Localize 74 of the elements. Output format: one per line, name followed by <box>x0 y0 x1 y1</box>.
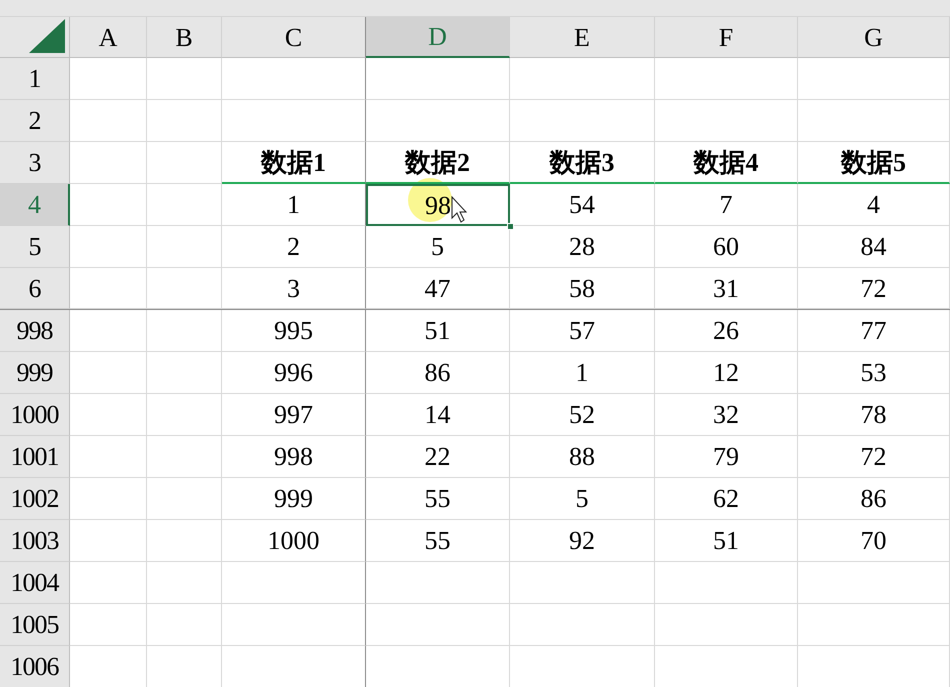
table-cell: 88 <box>510 436 655 478</box>
table-cell: 58 <box>510 268 655 309</box>
table-cell: 72 <box>798 436 950 478</box>
table-cell: 32 <box>655 394 798 436</box>
table-cell: 31 <box>655 268 798 309</box>
table-cell: 数据4 <box>655 142 798 184</box>
table-cell: 57 <box>510 310 655 352</box>
table-cell: 86 <box>798 478 950 520</box>
row-header[interactable]: 1 <box>0 58 70 100</box>
table-cell: 1 <box>222 184 366 226</box>
table-cell: 72 <box>798 268 950 309</box>
row-header[interactable]: 1005 <box>0 604 70 646</box>
table-cell: 12 <box>655 352 798 394</box>
table-cell: 92 <box>510 520 655 562</box>
table-cell: 998 <box>222 436 366 478</box>
table-cell: 62 <box>655 478 798 520</box>
table-cell: 数据2 <box>366 142 510 184</box>
table-cell: 77 <box>798 310 950 352</box>
table-cell: 数据1 <box>222 142 366 184</box>
row-header[interactable]: 1002 <box>0 478 70 520</box>
row-header[interactable]: 999 <box>0 352 70 394</box>
row-header[interactable]: 1001 <box>0 436 70 478</box>
fill-handle[interactable] <box>507 223 514 230</box>
row-header[interactable]: 998 <box>0 310 70 352</box>
table-cell: 14 <box>366 394 510 436</box>
column-header[interactable]: A <box>70 17 147 58</box>
table-cell: 数据5 <box>798 142 950 184</box>
table-cell: 70 <box>798 520 950 562</box>
table-cell: 53 <box>798 352 950 394</box>
table-cell: 5 <box>510 478 655 520</box>
table-cell: 98 <box>366 184 510 226</box>
table-cell: 51 <box>366 310 510 352</box>
row-header[interactable]: 1004 <box>0 562 70 604</box>
table-cell: 47 <box>366 268 510 309</box>
table-cell: 999 <box>222 478 366 520</box>
row-header[interactable]: 4 <box>0 184 70 226</box>
table-cell: 55 <box>366 478 510 520</box>
table-cell: 84 <box>798 226 950 268</box>
row-header[interactable]: 1003 <box>0 520 70 562</box>
table-cell: 数据3 <box>510 142 655 184</box>
row-header[interactable]: 5 <box>0 226 70 268</box>
table-cell: 54 <box>510 184 655 226</box>
table-cell: 2 <box>222 226 366 268</box>
table-cell: 997 <box>222 394 366 436</box>
table-cell: 1 <box>510 352 655 394</box>
column-header[interactable]: D <box>366 17 510 58</box>
column-header[interactable]: B <box>147 17 222 58</box>
table-cell: 7 <box>655 184 798 226</box>
table-cell: 995 <box>222 310 366 352</box>
table-cell: 52 <box>510 394 655 436</box>
cursor-icon <box>451 196 467 224</box>
row-header[interactable]: 3 <box>0 142 70 184</box>
table-cell: 55 <box>366 520 510 562</box>
column-header[interactable]: F <box>655 17 798 58</box>
column-header[interactable]: E <box>510 17 655 58</box>
table-cell: 1000 <box>222 520 366 562</box>
cursor-highlight <box>408 178 452 222</box>
table-cell: 996 <box>222 352 366 394</box>
select-all-icon[interactable] <box>29 19 65 53</box>
table-cell: 3 <box>222 268 366 309</box>
table-cell: 78 <box>798 394 950 436</box>
row-header[interactable]: 1000 <box>0 394 70 436</box>
column-header[interactable]: G <box>798 17 950 58</box>
table-cell: 22 <box>366 436 510 478</box>
row-header[interactable]: 6 <box>0 268 70 309</box>
table-cell: 86 <box>366 352 510 394</box>
table-cell: 5 <box>366 226 510 268</box>
row-header[interactable]: 1006 <box>0 646 70 687</box>
table-cell: 60 <box>655 226 798 268</box>
row-header[interactable]: 2 <box>0 100 70 142</box>
table-cell: 51 <box>655 520 798 562</box>
table-cell: 79 <box>655 436 798 478</box>
table-cell: 4 <box>798 184 950 226</box>
table-cell: 26 <box>655 310 798 352</box>
